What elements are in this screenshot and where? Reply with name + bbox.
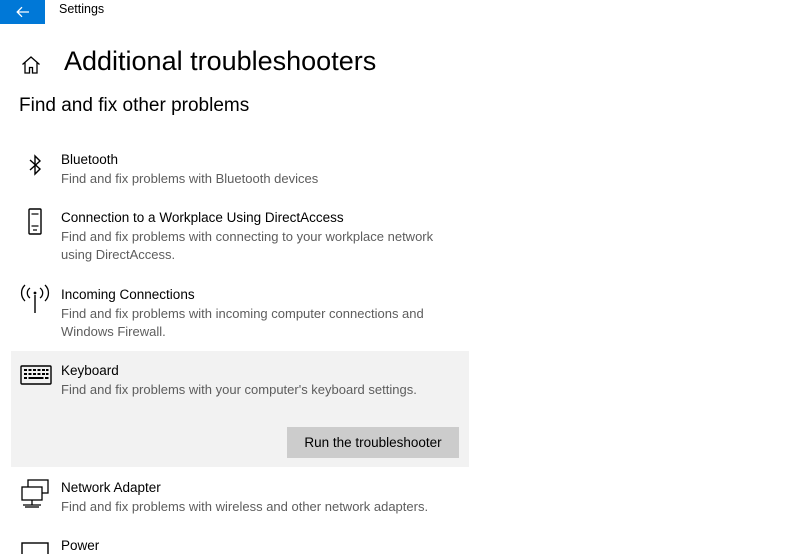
troubleshooter-directaccess[interactable]: Connection to a Workplace Using DirectAc…	[11, 200, 469, 270]
troubleshooter-name: Bluetooth	[61, 152, 119, 167]
troubleshooter-description: Find and fix problems with connecting to…	[61, 229, 434, 262]
troubleshooter-name: Network Adapter	[61, 480, 161, 495]
troubleshooter-power[interactable]: Power	[11, 530, 469, 554]
troubleshooter-name: Power	[61, 538, 100, 553]
troubleshooter-description: Find and fix problems with your computer…	[61, 382, 417, 397]
troubleshooter-bluetooth[interactable]: Bluetooth Find and fix problems with Blu…	[11, 142, 469, 194]
home-icon[interactable]	[20, 54, 42, 76]
troubleshooter-keyboard[interactable]: Keyboard Find and fix problems with your…	[11, 351, 469, 467]
run-troubleshooter-button[interactable]: Run the troubleshooter	[287, 427, 459, 458]
troubleshooter-name: Connection to a Workplace Using DirectAc…	[61, 210, 344, 225]
phone-device-icon	[28, 208, 42, 235]
title-bar: Settings	[0, 0, 786, 24]
troubleshooter-name: Keyboard	[61, 363, 119, 378]
troubleshooter-network-adapter[interactable]: Network Adapter Find and fix problems wi…	[11, 472, 469, 524]
troubleshooter-incoming-connections[interactable]: Incoming Connections Find and fix proble…	[11, 277, 469, 347]
page-title: Additional troubleshooters	[64, 46, 377, 76]
troubleshooter-description: Find and fix problems with wireless and …	[61, 499, 429, 514]
back-arrow-icon	[15, 6, 29, 18]
bluetooth-icon	[29, 154, 42, 176]
troubleshooter-description: Find and fix problems with Bluetooth dev…	[61, 171, 319, 186]
window-title: Settings	[59, 2, 105, 16]
keyboard-icon	[20, 365, 52, 385]
troubleshooter-name: Incoming Connections	[61, 287, 195, 302]
back-button[interactable]	[0, 0, 45, 24]
power-icon	[21, 542, 49, 554]
network-adapter-icon	[21, 479, 49, 508]
troubleshooter-description: Find and fix problems with incoming comp…	[61, 306, 424, 339]
section-title: Find and fix other problems	[19, 95, 250, 116]
antenna-icon	[20, 284, 50, 313]
